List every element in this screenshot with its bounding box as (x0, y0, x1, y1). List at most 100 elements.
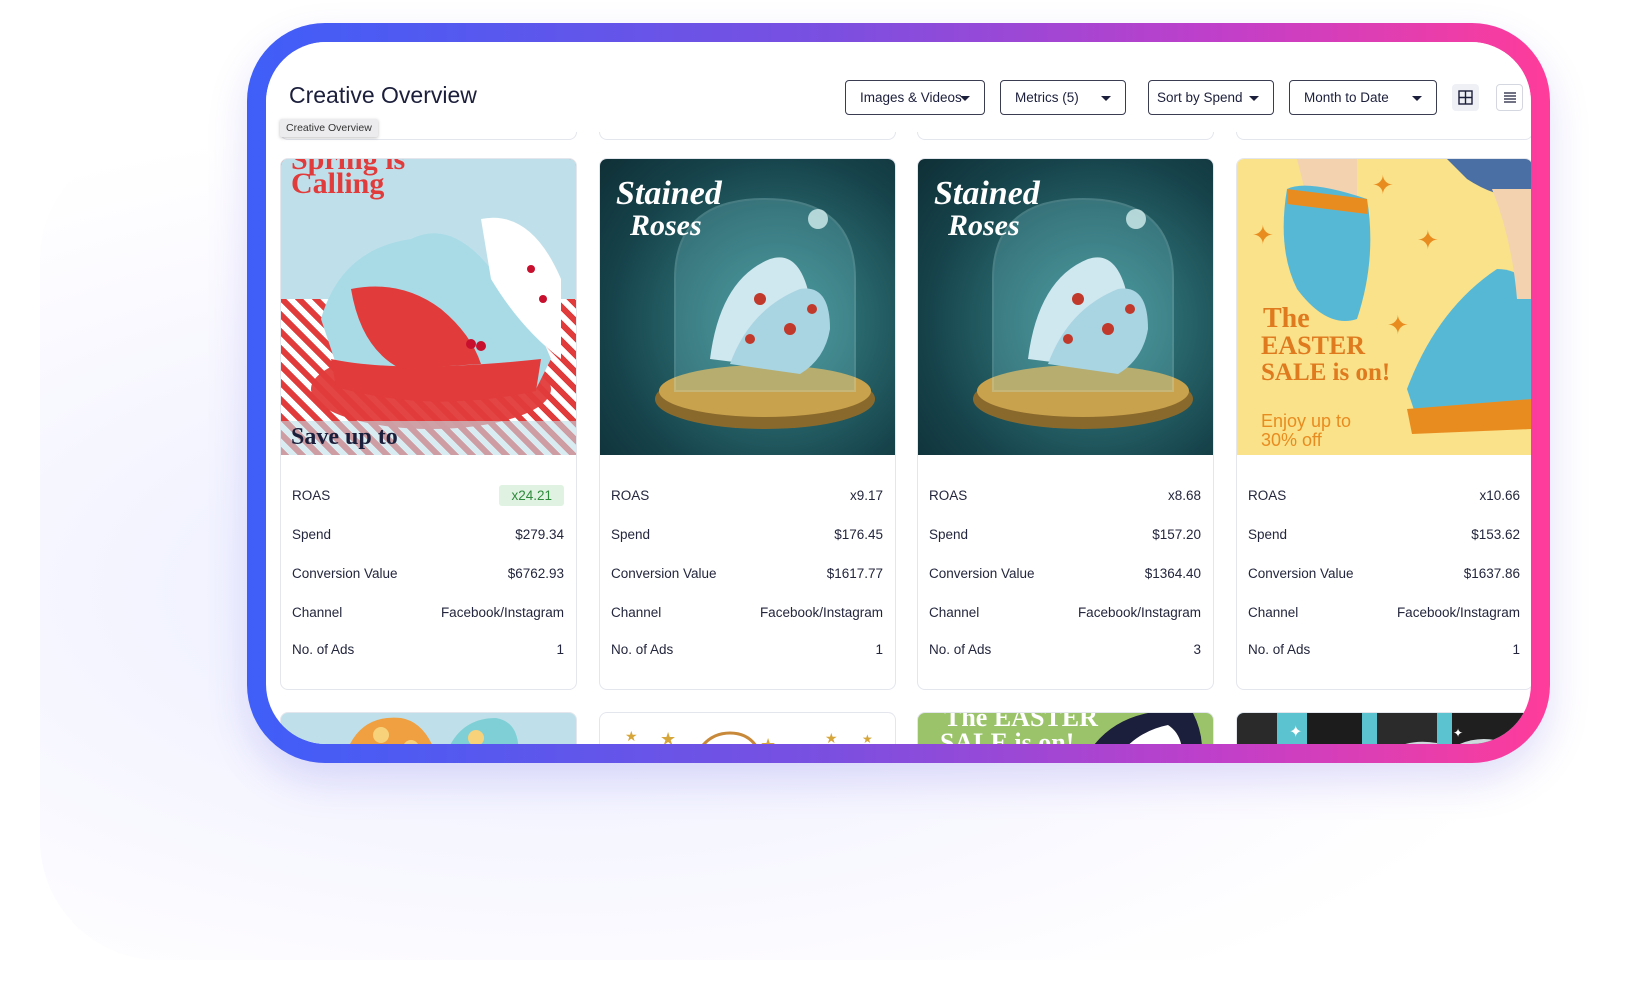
svg-text:★: ★ (760, 735, 776, 744)
svg-text:✦: ✦ (1453, 726, 1463, 740)
metric-value: $176.45 (834, 526, 883, 542)
creative-thumbnail[interactable]: Spring is Calling Save up to (281, 159, 576, 455)
metric-row-conversion-value: Conversion Value $6762.93 (292, 562, 564, 584)
metric-row-spend: Spend $176.45 (611, 523, 883, 545)
sneaker-illustration (281, 159, 576, 455)
metric-label: Spend (1248, 526, 1288, 542)
ad-headline: Stained (616, 175, 722, 212)
previous-row-card (1236, 132, 1531, 140)
svg-text:✦: ✦ (1372, 171, 1394, 201)
metric-row-channel: Channel Facebook/Instagram (929, 601, 1201, 623)
creative-thumbnail[interactable]: ★ ★ ★ ★ ★ (600, 713, 896, 744)
metric-value: 1 (1512, 641, 1520, 657)
metric-row-ads: No. of Ads 1 (611, 638, 883, 660)
app-screen: Creative Overview Creative Overview Imag… (266, 42, 1531, 744)
ad-headline: Roses (948, 209, 1020, 242)
caret-down-icon (1412, 96, 1422, 101)
creative-card[interactable]: Spring is Calling Save up to ROAS x24.21 … (280, 158, 577, 690)
metric-label: No. of Ads (929, 641, 992, 657)
previous-row-card (917, 132, 1214, 140)
metric-label: No. of Ads (611, 641, 674, 657)
metric-label: No. of Ads (292, 641, 355, 657)
svg-text:★: ★ (862, 732, 873, 744)
list-icon (1503, 91, 1516, 103)
metric-value: $6762.93 (507, 565, 564, 581)
metric-row-roas: ROAS x9.17 (611, 484, 883, 506)
creative-thumbnail[interactable]: Stained Roses (918, 159, 1213, 455)
list-view-button[interactable] (1496, 84, 1523, 111)
svg-text:★: ★ (825, 731, 838, 744)
creative-card[interactable]: Stained Roses ROAS x9.17 Spend $176.45 Con… (599, 158, 896, 690)
metric-label: Channel (292, 604, 343, 620)
creative-card[interactable]: ✦ ✦ (1236, 712, 1531, 744)
page-title: Creative Overview (289, 82, 477, 108)
metric-label: Channel (611, 604, 662, 620)
metric-value: Facebook/Instagram (440, 604, 564, 620)
roas-highlight-badge: x24.21 (499, 484, 564, 506)
caret-down-icon (1101, 96, 1111, 101)
metric-value: Facebook/Instagram (759, 604, 883, 620)
creative-card[interactable]: Stained Roses ROAS x8.68 Spend $157.20 Con… (917, 158, 1214, 690)
metric-row-roas: ROAS x24.21 (292, 484, 564, 506)
metric-label: Conversion Value (1248, 565, 1354, 581)
metric-label: Channel (929, 604, 980, 620)
svg-text:✦: ✦ (1252, 221, 1274, 251)
metric-row-spend: Spend $153.62 (1248, 523, 1520, 545)
metric-value: $153.62 (1471, 526, 1520, 542)
creative-thumbnail[interactable]: Stained Roses (600, 159, 895, 455)
svg-text:✦: ✦ (1417, 226, 1439, 256)
metric-label: Spend (292, 526, 332, 542)
creative-thumbnail[interactable]: ✦ ✦ (1237, 713, 1531, 744)
metric-label: Conversion Value (929, 565, 1035, 581)
date-range-dropdown-label: Month to Date (1304, 90, 1389, 105)
ad-headline: Calling (291, 167, 385, 200)
creative-card[interactable]: ★ ★ ★ ★ ★ (599, 712, 896, 744)
media-type-dropdown[interactable]: Images & Videos (845, 80, 985, 115)
metric-label: ROAS (929, 487, 968, 503)
svg-text:✦: ✦ (1387, 311, 1409, 341)
creative-card[interactable]: ✦ ✦ ✦ ✦ The EASTER SALE is on! Enjoy up … (1236, 158, 1531, 690)
ad-subheadline: 30% off (1261, 430, 1322, 450)
metric-row-ads: No. of Ads 3 (929, 638, 1201, 660)
metrics-dropdown[interactable]: Metrics (5) (1000, 80, 1126, 115)
metric-row-roas: ROAS x8.68 (929, 484, 1201, 506)
ad-headline: EASTER (1261, 331, 1366, 360)
creative-card[interactable] (280, 712, 577, 744)
metric-value: $279.34 (515, 526, 564, 542)
metric-row-ads: No. of Ads 1 (1248, 638, 1520, 660)
svg-text:✦: ✦ (1289, 722, 1302, 741)
ad-headline: Roses (630, 209, 702, 242)
metric-row-channel: Channel Facebook/Instagram (611, 601, 883, 623)
sort-dropdown-label: Sort by Spend (1157, 90, 1243, 105)
metric-value: Facebook/Instagram (1396, 604, 1520, 620)
grid-icon (1458, 90, 1473, 105)
metrics-dropdown-label: Metrics (5) (1015, 90, 1079, 105)
caret-down-icon (960, 96, 970, 101)
date-range-dropdown[interactable]: Month to Date (1289, 80, 1437, 115)
creative-thumbnail[interactable] (281, 713, 577, 744)
metric-value: $1637.86 (1463, 565, 1520, 581)
metric-row-conversion-value: Conversion Value $1364.40 (929, 562, 1201, 584)
svg-text:★: ★ (625, 729, 638, 744)
ad-subheadline: Save up to (291, 424, 398, 450)
creative-card[interactable]: The EASTER SALE is on! (917, 712, 1214, 744)
ad-subheadline: Enjoy up to (1261, 411, 1352, 431)
metric-value: $1364.40 (1144, 565, 1201, 581)
metric-label: ROAS (611, 487, 650, 503)
metric-label: Conversion Value (292, 565, 398, 581)
metric-value: $157.20 (1152, 526, 1201, 542)
metric-label: Spend (929, 526, 969, 542)
metric-value: 1 (556, 641, 564, 657)
metric-value: x9.17 (849, 487, 883, 503)
sort-dropdown[interactable]: Sort by Spend (1148, 80, 1274, 115)
metric-row-ads: No. of Ads 1 (292, 638, 564, 660)
metric-row-channel: Channel Facebook/Instagram (1248, 601, 1520, 623)
metric-value: 1 (875, 641, 883, 657)
title-tooltip: Creative Overview (280, 119, 378, 137)
metric-label: ROAS (292, 487, 331, 503)
ad-headline: SALE is on! (940, 728, 1075, 745)
metric-label: ROAS (1248, 487, 1287, 503)
metric-label: Spend (611, 526, 651, 542)
creative-thumbnail[interactable]: ✦ ✦ ✦ ✦ The EASTER SALE is on! Enjoy up … (1237, 159, 1531, 455)
grid-view-button[interactable] (1452, 84, 1479, 111)
